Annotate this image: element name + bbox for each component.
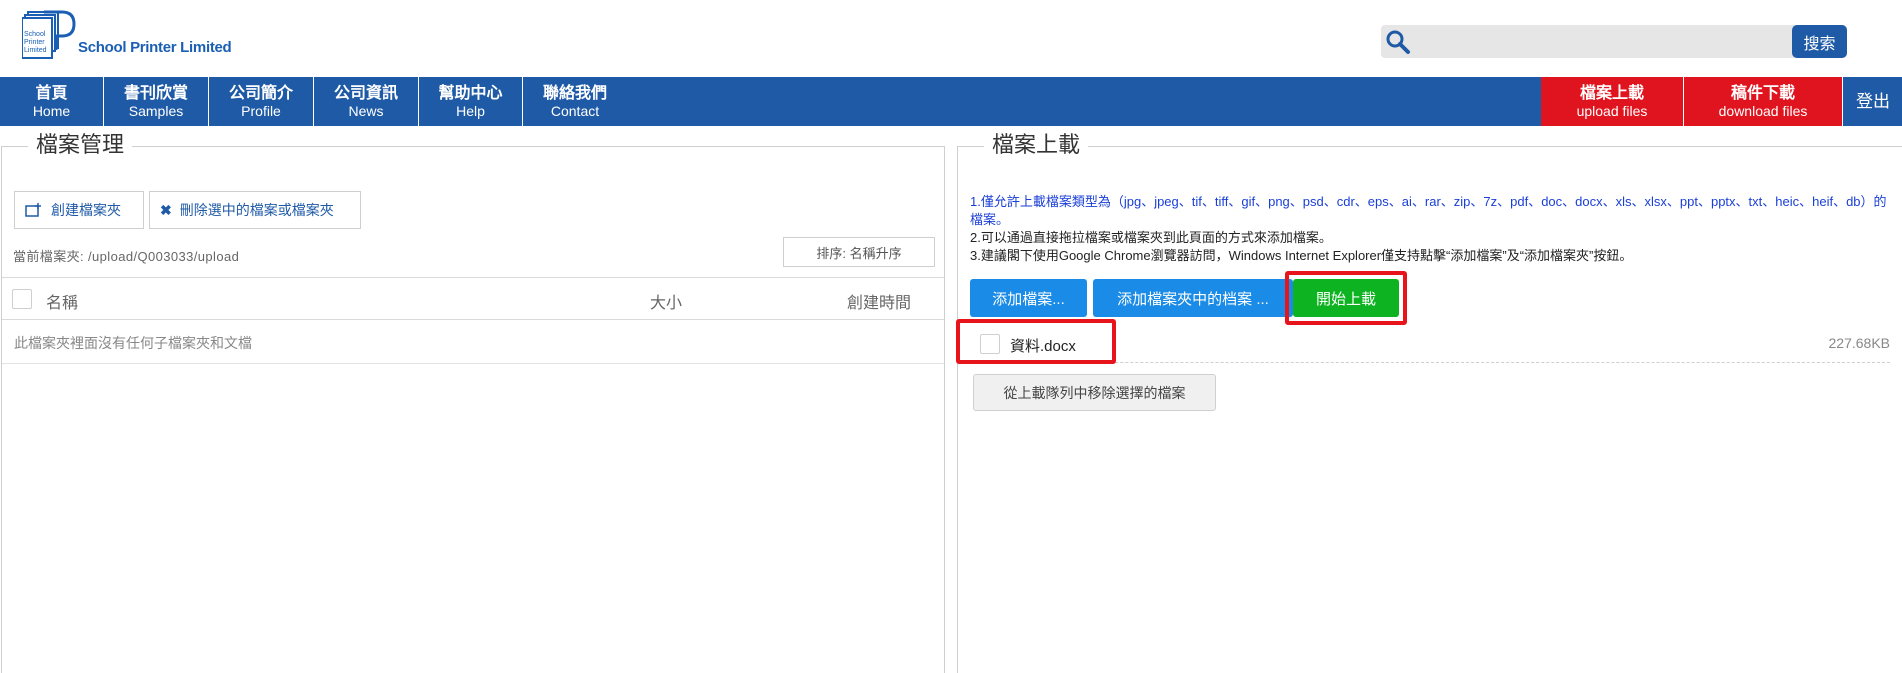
nav-item-samples[interactable]: 書刊欣賞 Samples bbox=[104, 77, 209, 126]
column-header-name[interactable]: 名稱 bbox=[46, 289, 78, 313]
upload-title: 檔案上載 bbox=[984, 130, 1089, 160]
nav-item-profile[interactable]: 公司簡介 Profile bbox=[209, 77, 314, 126]
nav-item-home[interactable]: 首頁 Home bbox=[0, 77, 104, 126]
nav-item-label-zh: 公司資訊 bbox=[333, 85, 398, 102]
nav-item-label-en: Help bbox=[456, 103, 485, 119]
logo-mark-line2: Printer bbox=[24, 39, 45, 46]
add-files-button[interactable]: 添加檔案... bbox=[970, 279, 1087, 317]
nav-item-label-en: download files bbox=[1718, 103, 1808, 119]
nav-item-help[interactable]: 幫助中心 Help bbox=[419, 77, 523, 126]
logout-link[interactable]: 登出 bbox=[1844, 77, 1902, 126]
column-header-created[interactable]: 創建時間 bbox=[847, 289, 911, 313]
search-button[interactable]: 搜索 bbox=[1792, 25, 1847, 58]
site-header: School Printer Limited School Printer Li… bbox=[0, 0, 1902, 77]
file-manager-panel: 檔案管理 創建檔案夾 ✖ 刪除選中的檔案或檔案夾 當前檔案夾: /upload/Q… bbox=[1, 130, 945, 673]
nav-item-label-en: Home bbox=[32, 103, 71, 119]
highlight-queue-item bbox=[956, 319, 1116, 364]
logo-mark-line3: Limited bbox=[24, 47, 47, 54]
nav-item-label-zh: 首頁 bbox=[35, 85, 68, 102]
nav-item-label-en: Contact bbox=[550, 103, 600, 119]
nav-item-label-zh: 稿件下載 bbox=[1730, 85, 1795, 102]
empty-folder-row: 此檔案夾裡面沒有任何子檔案夾和文檔 bbox=[2, 320, 944, 364]
file-table-header: 名稱 大小 創建時間 bbox=[2, 277, 944, 320]
nav-item-label-zh: 書刊欣賞 bbox=[123, 85, 188, 102]
search-input[interactable] bbox=[1415, 29, 1755, 54]
highlight-start-upload bbox=[1285, 271, 1407, 325]
nav-item-label-zh: 聯絡我們 bbox=[542, 85, 607, 102]
select-all-checkbox[interactable] bbox=[12, 289, 32, 309]
create-folder-button[interactable]: 創建檔案夾 bbox=[14, 191, 144, 229]
delete-selected-label: 刪除選中的檔案或檔案夾 bbox=[179, 202, 334, 218]
search-box: 搜索 bbox=[1381, 25, 1847, 58]
logo-text: School Printer Limited bbox=[78, 39, 232, 56]
nav-item-label-zh: 公司簡介 bbox=[228, 85, 293, 102]
logo-mark-line1: School bbox=[24, 31, 46, 38]
file-manager-title: 檔案管理 bbox=[28, 130, 133, 160]
remove-selected-button[interactable]: 從上載隊列中移除選擇的檔案 bbox=[973, 374, 1216, 411]
delete-selected-button[interactable]: ✖ 刪除選中的檔案或檔案夾 bbox=[149, 191, 361, 229]
add-folder-icon bbox=[25, 203, 41, 217]
nav-item-label-en: Profile bbox=[241, 103, 281, 119]
nav-item-label-en: upload files bbox=[1576, 103, 1648, 119]
add-folder-files-button[interactable]: 添加檔案夾中的档案 ... bbox=[1093, 279, 1293, 317]
instruction-drag-drop: 2.可以通過直接拖拉檔案或檔案夾到此頁面的方式來添加檔案。 bbox=[970, 230, 1332, 245]
current-folder-path: 當前檔案夾: /upload/Q003033/upload bbox=[13, 249, 240, 264]
upload-panel: 檔案上載 1.僅允許上載檔案類型為（jpg、jpeg、tif、tiff、gif、… bbox=[956, 130, 1902, 673]
logo-mark-icon: School Printer Limited bbox=[22, 10, 76, 59]
empty-folder-message: 此檔案夾裡面沒有任何子檔案夾和文檔 bbox=[14, 335, 252, 351]
nav-item-label-en: News bbox=[348, 103, 384, 119]
nav-item-label-en: Samples bbox=[128, 103, 184, 119]
column-header-size[interactable]: 大小 bbox=[650, 289, 682, 313]
nav-item-news[interactable]: 公司資訊 News bbox=[314, 77, 419, 126]
nav-item-label-zh: 檔案上載 bbox=[1579, 85, 1644, 102]
main-nav: 首頁 Home 書刊欣賞 Samples 公司簡介 Profile 公司資訊 N… bbox=[0, 77, 1902, 126]
nav-item-download-files[interactable]: 稿件下載 download files bbox=[1684, 77, 1843, 126]
logo[interactable]: School Printer Limited School Printer Li… bbox=[22, 10, 242, 60]
nav-item-upload-files[interactable]: 檔案上載 upload files bbox=[1541, 77, 1684, 126]
search-icon bbox=[1386, 30, 1410, 54]
upload-instructions: 1.僅允許上載檔案類型為（jpg、jpeg、tif、tiff、gif、png、p… bbox=[970, 193, 1890, 265]
instruction-browser: 3.建議閣下使用Google Chrome瀏覽器訪問，Windows Inter… bbox=[970, 248, 1633, 263]
nav-item-contact[interactable]: 聯絡我們 Contact bbox=[523, 77, 627, 126]
queue-item-size: 227.68KB bbox=[1828, 335, 1891, 351]
instruction-file-types: 1.僅允許上載檔案類型為（jpg、jpeg、tif、tiff、gif、png、p… bbox=[970, 194, 1887, 227]
nav-item-label-zh: 幫助中心 bbox=[438, 85, 503, 102]
close-icon: ✖ bbox=[160, 202, 172, 218]
create-folder-label: 創建檔案夾 bbox=[51, 202, 121, 218]
sort-button[interactable]: 排序: 名稱升序 bbox=[783, 237, 935, 267]
